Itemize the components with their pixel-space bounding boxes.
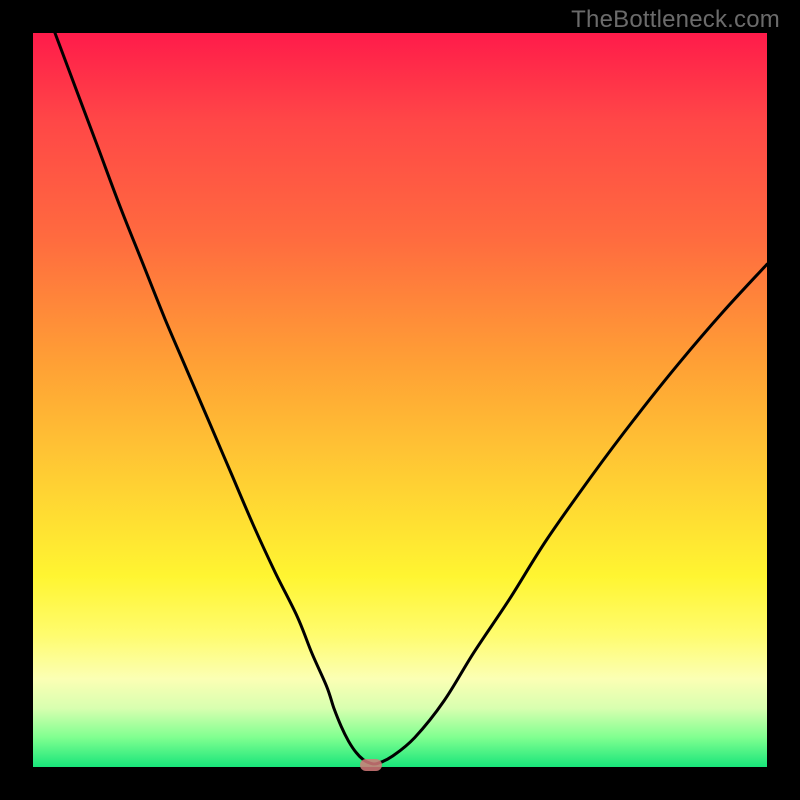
plot-area (33, 33, 767, 767)
bottleneck-curve (33, 33, 767, 767)
curve-path (55, 33, 767, 764)
chart-frame: TheBottleneck.com (0, 0, 800, 800)
minimum-marker (360, 759, 382, 771)
watermark-text: TheBottleneck.com (571, 6, 780, 34)
